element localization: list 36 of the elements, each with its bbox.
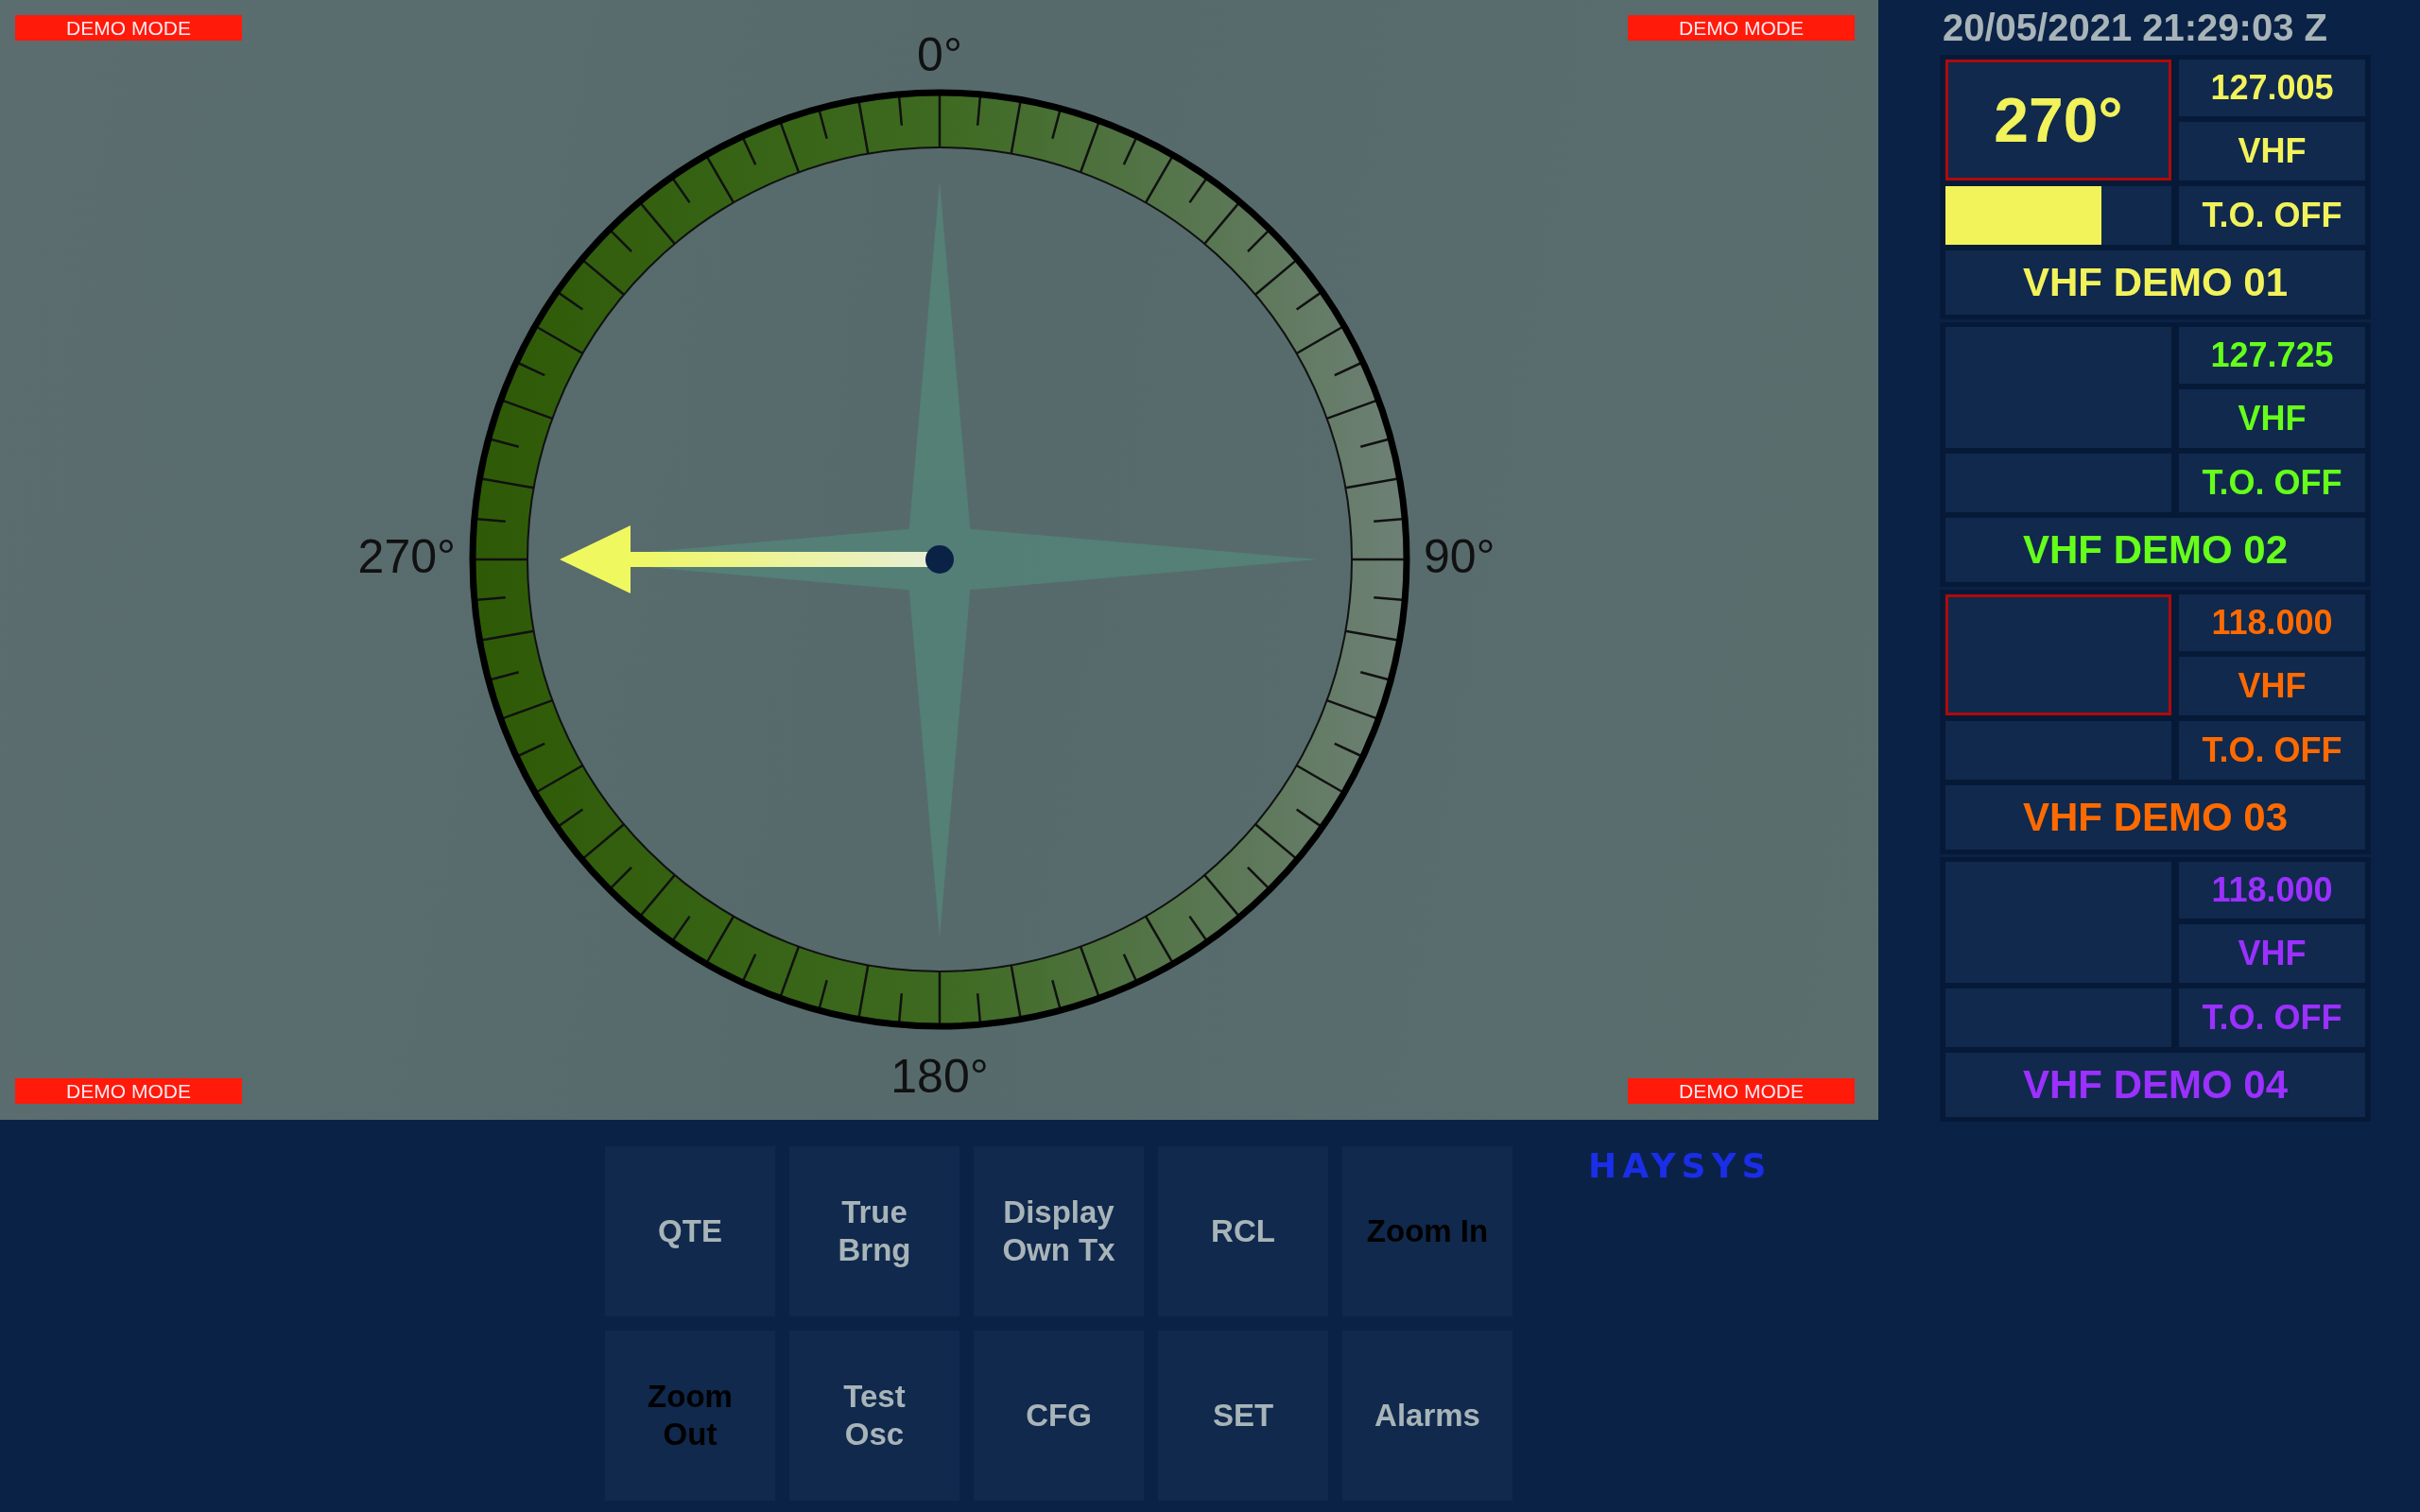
channel-name: VHF DEMO 04 xyxy=(1945,1053,2365,1117)
function-button[interactable]: Test Osc xyxy=(789,1331,959,1501)
bearing-scale-label: 270° xyxy=(357,530,456,583)
function-button[interactable]: Alarms xyxy=(1342,1331,1512,1501)
transmit-status: T.O. OFF xyxy=(2179,988,2365,1047)
transmit-status: T.O. OFF xyxy=(2179,721,2365,780)
band-value: VHF xyxy=(2179,924,2365,983)
channel-name: VHF DEMO 03 xyxy=(1945,785,2365,850)
frequency-value: 118.000 xyxy=(2179,594,2365,651)
band-value: VHF xyxy=(2179,657,2365,715)
transmit-status: T.O. OFF xyxy=(2179,186,2365,245)
center-dot xyxy=(925,545,954,574)
function-button[interactable]: RCL xyxy=(1158,1146,1328,1316)
channel-name: VHF DEMO 02 xyxy=(1945,518,2365,582)
frequency-value: 127.725 xyxy=(2179,327,2365,384)
logo: HAYSYS xyxy=(1588,1146,1772,1185)
channel-name: VHF DEMO 01 xyxy=(1945,250,2365,315)
date-time: 20/05/2021 21:29:03 Z xyxy=(1942,5,2328,50)
frequency-value: 118.000 xyxy=(2179,862,2365,919)
function-button[interactable]: CFG xyxy=(974,1331,1144,1501)
transmit-status: T.O. OFF xyxy=(2179,454,2365,512)
bearing-scale-label: 0° xyxy=(916,28,962,81)
function-button[interactable]: Display Own Tx xyxy=(974,1146,1144,1316)
band-value: VHF xyxy=(2179,122,2365,180)
bearing-value: 270° xyxy=(1994,84,2123,156)
band-value: VHF xyxy=(2179,389,2365,448)
demo-mode-badge: DEMO MODE xyxy=(1628,1078,1855,1104)
demo-mode-badge: DEMO MODE xyxy=(1628,15,1855,41)
frequency-value: 127.005 xyxy=(2179,60,2365,116)
bearing-scale-label: 180° xyxy=(890,1050,989,1103)
bearing-scale-label: 90° xyxy=(1423,530,1495,583)
demo-mode-badge: DEMO MODE xyxy=(15,15,242,41)
function-button[interactable]: QTE xyxy=(605,1146,775,1316)
function-button[interactable]: SET xyxy=(1158,1331,1328,1501)
function-button[interactable]: True Brng xyxy=(789,1146,959,1316)
demo-mode-badge: DEMO MODE xyxy=(15,1078,242,1104)
